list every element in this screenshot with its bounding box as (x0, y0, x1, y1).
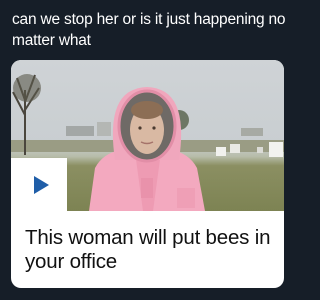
play-icon (33, 175, 49, 194)
card-headline[interactable]: This woman will put bees in your office (25, 226, 275, 274)
post-text: can we stop her or is it just happening … (12, 11, 286, 49)
video-thumbnail[interactable] (11, 60, 284, 211)
link-preview-card[interactable]: This woman will put bees in your office (11, 60, 284, 288)
play-button[interactable] (11, 158, 67, 211)
